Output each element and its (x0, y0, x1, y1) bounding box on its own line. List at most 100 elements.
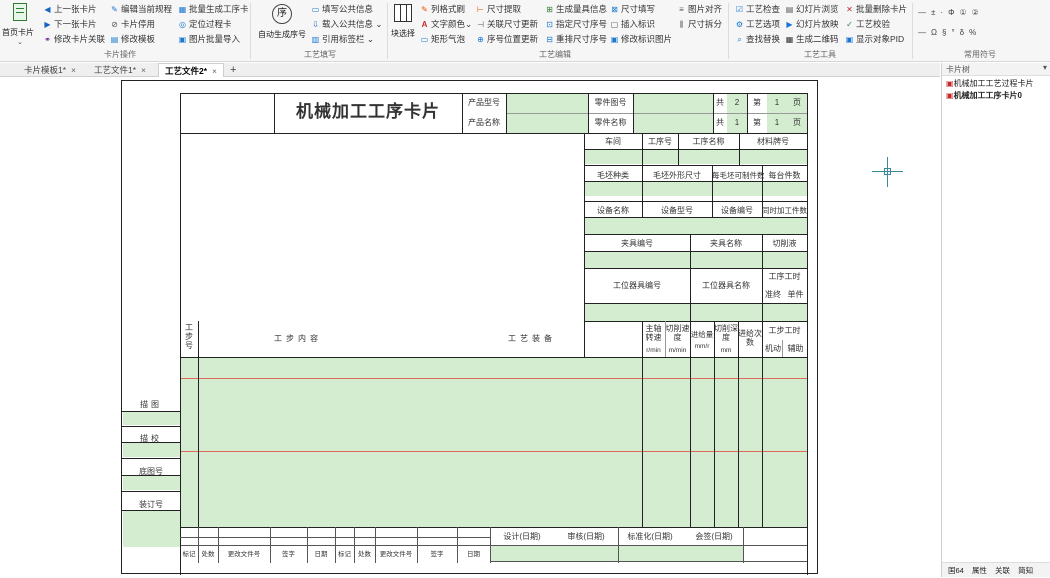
foot-label: 标记 (338, 551, 351, 558)
tree-item[interactable]: ▣机械加工工艺过程卡片 (946, 78, 1034, 89)
panel-title: 卡片树 (946, 65, 970, 74)
label-passes: 进给次数 (738, 329, 762, 347)
symbols-row-2: — Ω § ° δ% (918, 28, 1048, 37)
bottom-tab[interactable]: 国64 (948, 566, 964, 575)
chevron-down-icon[interactable]: ▾ (1043, 63, 1047, 72)
label-workshop: 车间 (605, 137, 621, 146)
slide-browse-button[interactable]: ▤ 幻灯片浏览 (785, 3, 839, 16)
edit-rule-button[interactable]: ✎ 编辑当前规程 (110, 3, 172, 16)
craft-verify-button[interactable]: ✓ 工艺校验 (845, 18, 890, 31)
close-icon[interactable]: × (71, 65, 76, 75)
document-canvas[interactable]: 机械加工工序卡片 产品型号 产品名称 零件图号 零件名称 共 2 第 1 页 共… (0, 78, 940, 577)
label-mech: 机动 (765, 344, 781, 353)
separator (728, 3, 729, 59)
tab-craft-file-1[interactable]: 工艺文件1* × (88, 63, 152, 77)
seq-icon: 序 (272, 4, 292, 24)
label-step-no: 工步号 (185, 323, 193, 350)
first-page-card-button[interactable]: 首页卡片 ⌄ (2, 3, 38, 47)
batch-gen-button[interactable]: ▦ 批量生成工序卡 (178, 3, 249, 16)
symbol-button[interactable]: Φ (948, 8, 954, 17)
dim-split-button[interactable]: ⫼ 尺寸拆分 (677, 18, 722, 31)
check-icon: ☑ (735, 5, 744, 14)
close-icon[interactable]: × (141, 65, 146, 75)
label-total: 共 (716, 118, 724, 127)
label-bind-no: 装订号 (139, 500, 163, 509)
text-color-icon: A (421, 20, 428, 29)
batch-delete-button[interactable]: ✕ 批量删除卡片 (845, 3, 907, 16)
dim-fill-button[interactable]: ⊠ 尺寸填写 (610, 3, 655, 16)
ref-tag-button[interactable]: ▥ 引用标签栏 ⌄ (311, 33, 374, 46)
modify-sign-button[interactable]: ▣ 修改标识图片 (610, 33, 672, 46)
chevron-down-icon: ⌄ (364, 34, 374, 44)
symbol-button[interactable]: § (942, 28, 946, 37)
label-page: 第 (753, 118, 761, 127)
next-card-button[interactable]: ▶ 下一张卡片 (43, 18, 96, 31)
image-align-button[interactable]: ≡ 图片对齐 (677, 3, 722, 16)
image-icon: ▣ (178, 35, 187, 44)
insert-sign-button[interactable]: ▢ 插入标识 (610, 18, 655, 31)
arrow-right-icon: ▶ (44, 20, 51, 29)
modify-template-button[interactable]: ▤ 修改模板 (110, 33, 155, 46)
symbol-button[interactable]: ② (972, 8, 979, 17)
modify-sign-icon: ▣ (610, 35, 619, 44)
link-dim-button[interactable]: ⊣ 关联尺寸更新 (476, 18, 538, 31)
craft-option-button[interactable]: ⚙ 工艺选项 (735, 18, 780, 31)
arrange-dim-button[interactable]: ⊟ 重排尺寸序号 (545, 33, 607, 46)
symbol-button[interactable]: Ω (931, 28, 937, 37)
rect-bubble-button[interactable]: ▭ 矩形气泡 (420, 33, 465, 46)
dim-extract-button[interactable]: ⊢ 尺寸提取 (476, 3, 521, 16)
image-import-button[interactable]: ▣ 图片批量导入 (178, 33, 240, 46)
value-page: 1 (774, 118, 780, 127)
label-step-time: 工步工时 (768, 326, 801, 335)
label-time-quota: 工序工时 (768, 272, 801, 281)
text-color-button[interactable]: A 文字颜色⌄ (420, 18, 473, 31)
gen-gauge-button[interactable]: ⊞ 生成量具信息 (545, 3, 607, 16)
symbol-button[interactable]: ° (951, 28, 954, 37)
batch-icon: ▦ (178, 5, 187, 14)
auto-seq-button[interactable]: 序 自动生成序号 (256, 4, 308, 46)
label-page-unit: 页 (793, 118, 801, 127)
separator (387, 3, 388, 59)
bottom-tab[interactable]: 属性 (972, 566, 987, 575)
gen-qr-button[interactable]: ▦ 生成二维码 (785, 33, 839, 46)
chevron-down-icon: ⌄ (465, 19, 473, 29)
load-public-button[interactable]: ⇩ 载入公共信息 ⌄ (311, 18, 382, 31)
craft-check-button[interactable]: ☑ 工艺检查 (735, 3, 780, 16)
rect-bubble-icon: ▭ (420, 35, 429, 44)
label-design: 设计(日期) (503, 532, 541, 541)
spec-dim-seq-button[interactable]: ⊡ 指定尺寸序号 (545, 18, 607, 31)
symbol-button[interactable]: δ (960, 28, 964, 37)
grid-icon (394, 4, 412, 22)
symbol-button[interactable]: ① (959, 8, 966, 17)
label-product-model: 产品型号 (468, 98, 500, 107)
label-feed: 进给量 (690, 330, 714, 339)
fill-public-button[interactable]: ▭ 填写公共信息 (311, 3, 373, 16)
locate-button[interactable]: ◎ 定位过程卡 (178, 18, 232, 31)
card-disable-button[interactable]: ⊘ 卡片停用 (110, 18, 155, 31)
tree-item[interactable]: ▣机械加工工序卡片0 (946, 90, 1022, 101)
grid-select-button[interactable]: 块选择 (390, 4, 416, 46)
list-format-brush-button[interactable]: ✎ 列格式刷 (420, 3, 465, 16)
seq-pos-button[interactable]: ⊕ 序号位置更新 (476, 33, 538, 46)
label-product-name: 产品名称 (468, 118, 500, 127)
slide-play-button[interactable]: ▶ 幻灯片放映 (785, 18, 838, 31)
foot-label: 标记 (182, 551, 196, 558)
show-pid-button[interactable]: ▣ 显示对象PID (845, 33, 904, 46)
separator (250, 3, 251, 59)
symbol-button[interactable]: % (969, 28, 976, 37)
symbol-button[interactable]: ± (931, 8, 935, 17)
label-base-no: 底图号 (139, 467, 163, 476)
symbol-button[interactable]: — (918, 28, 926, 37)
find-replace-button[interactable]: ⌕ 查找替换 (735, 33, 780, 46)
symbol-button[interactable]: — (918, 8, 926, 17)
new-tab-button[interactable]: + (224, 63, 242, 77)
symbol-button[interactable]: · (940, 8, 943, 17)
bottom-tab[interactable]: 关联 (995, 566, 1010, 575)
bottom-tab[interactable]: 简知 (1018, 566, 1033, 575)
modify-link-button[interactable]: ⚭ 修改卡片关联 (43, 33, 105, 46)
tab-craft-file-2[interactable]: 工艺文件2* × (158, 63, 225, 77)
close-icon[interactable]: × (212, 66, 217, 76)
prev-card-button[interactable]: ◀ 上一张卡片 (43, 3, 96, 16)
label-equip-name: 设备名称 (597, 206, 629, 215)
tab-card-template-1[interactable]: 卡片模板1* × (18, 63, 82, 77)
